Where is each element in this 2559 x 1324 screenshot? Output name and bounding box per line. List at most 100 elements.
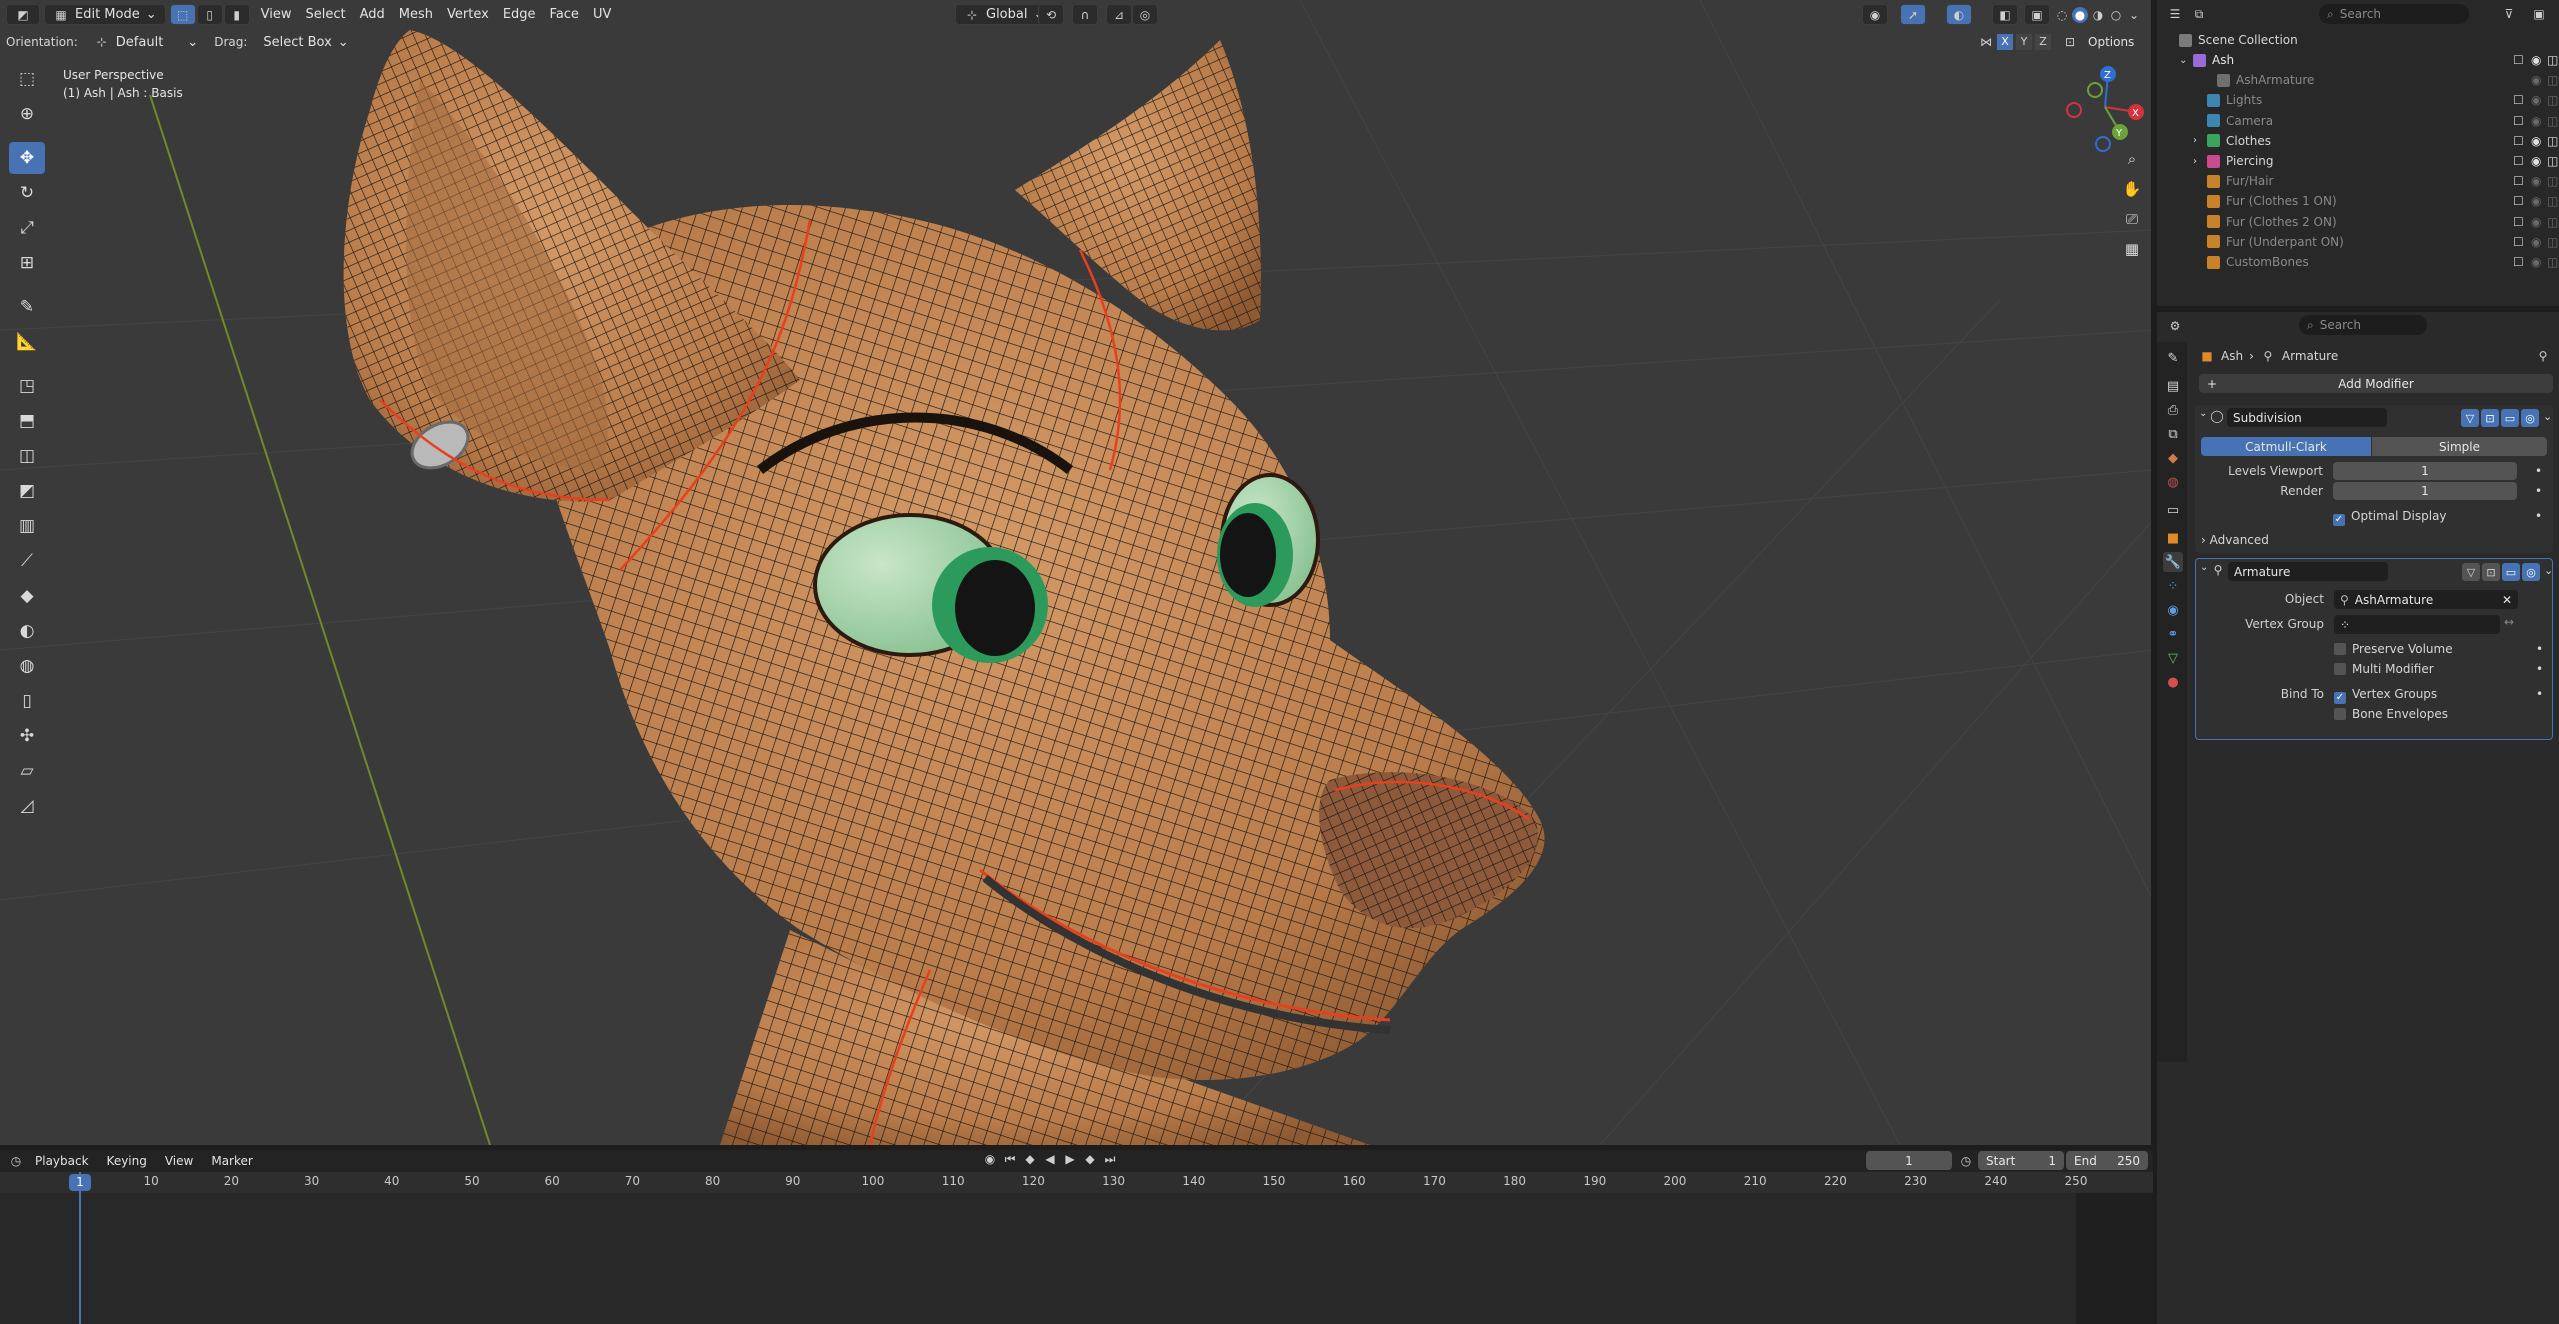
stopwatch-icon[interactable]: ◷	[1958, 1153, 1974, 1169]
mirror-x-toggle[interactable]: X	[1997, 34, 2013, 50]
menu-face[interactable]: Face	[543, 4, 586, 25]
world-tab-icon[interactable]: ◍	[2163, 472, 2183, 492]
start-frame-field[interactable]: Start 1	[1978, 1151, 2064, 1170]
outliner-search[interactable]: ⌕ Search	[2319, 4, 2469, 24]
edge-slide-icon[interactable]: ▯	[9, 685, 45, 717]
render-visibility-icon[interactable]: ◫	[2547, 154, 2558, 168]
render-visibility-icon[interactable]: ◫	[2547, 174, 2558, 188]
measure-icon[interactable]: 📐	[9, 326, 45, 358]
overlay-toggle[interactable]: ◐	[1946, 4, 1972, 25]
exclude-checkbox[interactable]: ☐	[2513, 255, 2524, 269]
snap-options-icon[interactable]: ⊡	[2062, 34, 2078, 50]
render-visibility-icon[interactable]: ◫	[2547, 215, 2558, 229]
transform-icon[interactable]: ⊞	[9, 247, 45, 279]
edge-select-button[interactable]: ▯	[196, 4, 223, 25]
subdivision-name-field[interactable]: Subdivision	[2227, 408, 2387, 427]
shear-icon[interactable]: ▱	[9, 755, 45, 787]
properties-editor-icon[interactable]: ⚙	[2167, 318, 2183, 334]
exclude-checkbox[interactable]: ☐	[2513, 53, 2524, 67]
smooth-icon[interactable]: ◍	[9, 650, 45, 682]
menu-add[interactable]: Add	[353, 4, 392, 25]
jump-start-icon[interactable]: ⏮	[1002, 1151, 1018, 1167]
menu-uv[interactable]: UV	[586, 4, 618, 25]
on-cage-toggle[interactable]: ⊡	[2482, 563, 2500, 581]
rip-icon[interactable]: ◿	[9, 790, 45, 822]
outliner-item[interactable]: AshArmature ◉ ◫	[2157, 70, 2559, 90]
select-box-icon[interactable]: ⬚	[9, 63, 45, 95]
new-collection-icon[interactable]: ▣	[2531, 6, 2547, 22]
mirror-y-toggle[interactable]: Y	[2016, 34, 2032, 50]
gizmo-toggle[interactable]: ➚	[1900, 4, 1926, 25]
exclude-checkbox[interactable]: ☐	[2513, 215, 2524, 229]
solid-shading-icon[interactable]: ●	[2072, 6, 2088, 23]
vertex-select-button[interactable]: ⬚	[169, 4, 196, 25]
proportional-edit-toggle[interactable]: ◎	[1132, 4, 1158, 25]
outliner-item[interactable]: Fur (Clothes 2 ON) ☐ ◉ ◫	[2157, 212, 2559, 232]
preserve-volume-checkbox[interactable]: Preserve Volume	[2334, 642, 2453, 656]
pivot-dropdown[interactable]: ⟲	[1038, 4, 1064, 25]
render-visibility-icon[interactable]: ◫	[2547, 255, 2558, 269]
menu-view[interactable]: View	[254, 4, 299, 25]
eye-icon[interactable]: ◉	[2531, 174, 2541, 188]
annotate-icon[interactable]: ✎	[9, 291, 45, 323]
visibility-dropdown[interactable]: ◉	[1862, 4, 1888, 25]
render-tab-icon[interactable]: ▤	[2163, 376, 2183, 396]
armature-object-field[interactable]: ⚲ AshArmature ✕	[2334, 590, 2518, 609]
outliner-item[interactable]: ⌄ Ash ☐ ◉ ◫	[2157, 50, 2559, 70]
eye-icon[interactable]: ◉	[2531, 154, 2541, 168]
render-visibility-icon[interactable]: ◫	[2547, 114, 2558, 128]
render-visibility-icon[interactable]: ◫	[2547, 235, 2558, 249]
drag-dropdown[interactable]: Select Box ⌄	[255, 33, 356, 52]
menu-playback[interactable]: Playback	[28, 1150, 96, 1171]
xray-toggle[interactable]: ▣	[2024, 4, 2050, 25]
mode-dropdown[interactable]: ▦ Edit Mode ⌄	[44, 4, 166, 25]
exclude-checkbox[interactable]: ☐	[2513, 114, 2524, 128]
rotate-icon[interactable]: ↻	[9, 177, 45, 209]
face-select-button[interactable]: ▮	[223, 4, 250, 25]
exclude-checkbox[interactable]: ☐	[2513, 154, 2524, 168]
render-levels-field[interactable]: 1	[2333, 482, 2517, 500]
eye-icon[interactable]: ◉	[2531, 194, 2541, 208]
keyframe-dot-icon[interactable]: •	[2536, 642, 2543, 656]
wireframe-shading-icon[interactable]: ◌	[2054, 7, 2070, 23]
render-visibility-icon[interactable]: ◫	[2547, 134, 2558, 148]
outliner-item[interactable]: Lights ☐ ◉ ◫	[2157, 90, 2559, 110]
output-tab-icon[interactable]: ⎙	[2163, 400, 2183, 420]
chevron-down-icon[interactable]: ⌄	[2179, 55, 2187, 66]
scale-icon[interactable]: ⤢	[9, 212, 45, 244]
keyframe-dot-icon[interactable]: •	[2535, 484, 2542, 498]
outliner-editor-icon[interactable]: ☰	[2167, 6, 2183, 22]
snap-toggle[interactable]: ∩	[1072, 4, 1098, 25]
options-dropdown[interactable]: Options	[2081, 32, 2141, 53]
render-visibility-icon[interactable]: ◫	[2547, 73, 2558, 87]
menu-edge[interactable]: Edge	[496, 4, 543, 25]
eye-icon[interactable]: ◉	[2531, 134, 2541, 148]
scene-collection[interactable]: Scene Collection	[2157, 30, 2559, 50]
shrink-icon[interactable]: ✣	[9, 720, 45, 752]
play-icon[interactable]: ▶	[1062, 1151, 1078, 1167]
menu-keying[interactable]: Keying	[100, 1150, 154, 1171]
outliner-item[interactable]: Fur (Clothes 1 ON) ☐ ◉ ◫	[2157, 191, 2559, 211]
material-shading-icon[interactable]: ◑	[2090, 7, 2106, 23]
exclude-checkbox[interactable]: ☐	[2513, 235, 2524, 249]
particles-tab-icon[interactable]: ⁘	[2163, 576, 2183, 596]
snap-target-dropdown[interactable]: ⊿	[1106, 4, 1132, 25]
outliner-item[interactable]: Fur/Hair ☐ ◉ ◫	[2157, 171, 2559, 191]
chevron-right-icon[interactable]: ›	[2193, 135, 2197, 146]
rendered-shading-icon[interactable]: ○	[2108, 7, 2124, 23]
on-cage-toggle[interactable]: ⊡	[2481, 409, 2499, 427]
pin-icon[interactable]: ⚲	[2535, 348, 2551, 364]
timeline-tracks[interactable]	[0, 1193, 2153, 1324]
render-visibility-icon[interactable]: ◫	[2547, 93, 2558, 107]
menu-marker[interactable]: Marker	[204, 1150, 259, 1171]
inset-icon[interactable]: ◫	[9, 440, 45, 472]
cursor-icon[interactable]: ⊕	[9, 98, 45, 130]
frame-ruler[interactable]: 10 20 30 40 50 60 70 80 90 100 110 120 130 140 150 160 1…	[0, 1172, 2153, 1193]
orientation-dropdown[interactable]: ⊹ Default ⌄	[86, 33, 206, 52]
collection-tab-icon[interactable]: ▭	[2163, 500, 2183, 520]
add-cube-icon[interactable]: ◳	[9, 370, 45, 402]
advanced-subpanel[interactable]: › Advanced	[2201, 533, 2269, 547]
armature-name-field[interactable]: Armature	[2228, 562, 2388, 581]
editor-type-button[interactable]: ◩	[6, 4, 40, 25]
viewport-toggle[interactable]: ▭	[2502, 563, 2520, 581]
